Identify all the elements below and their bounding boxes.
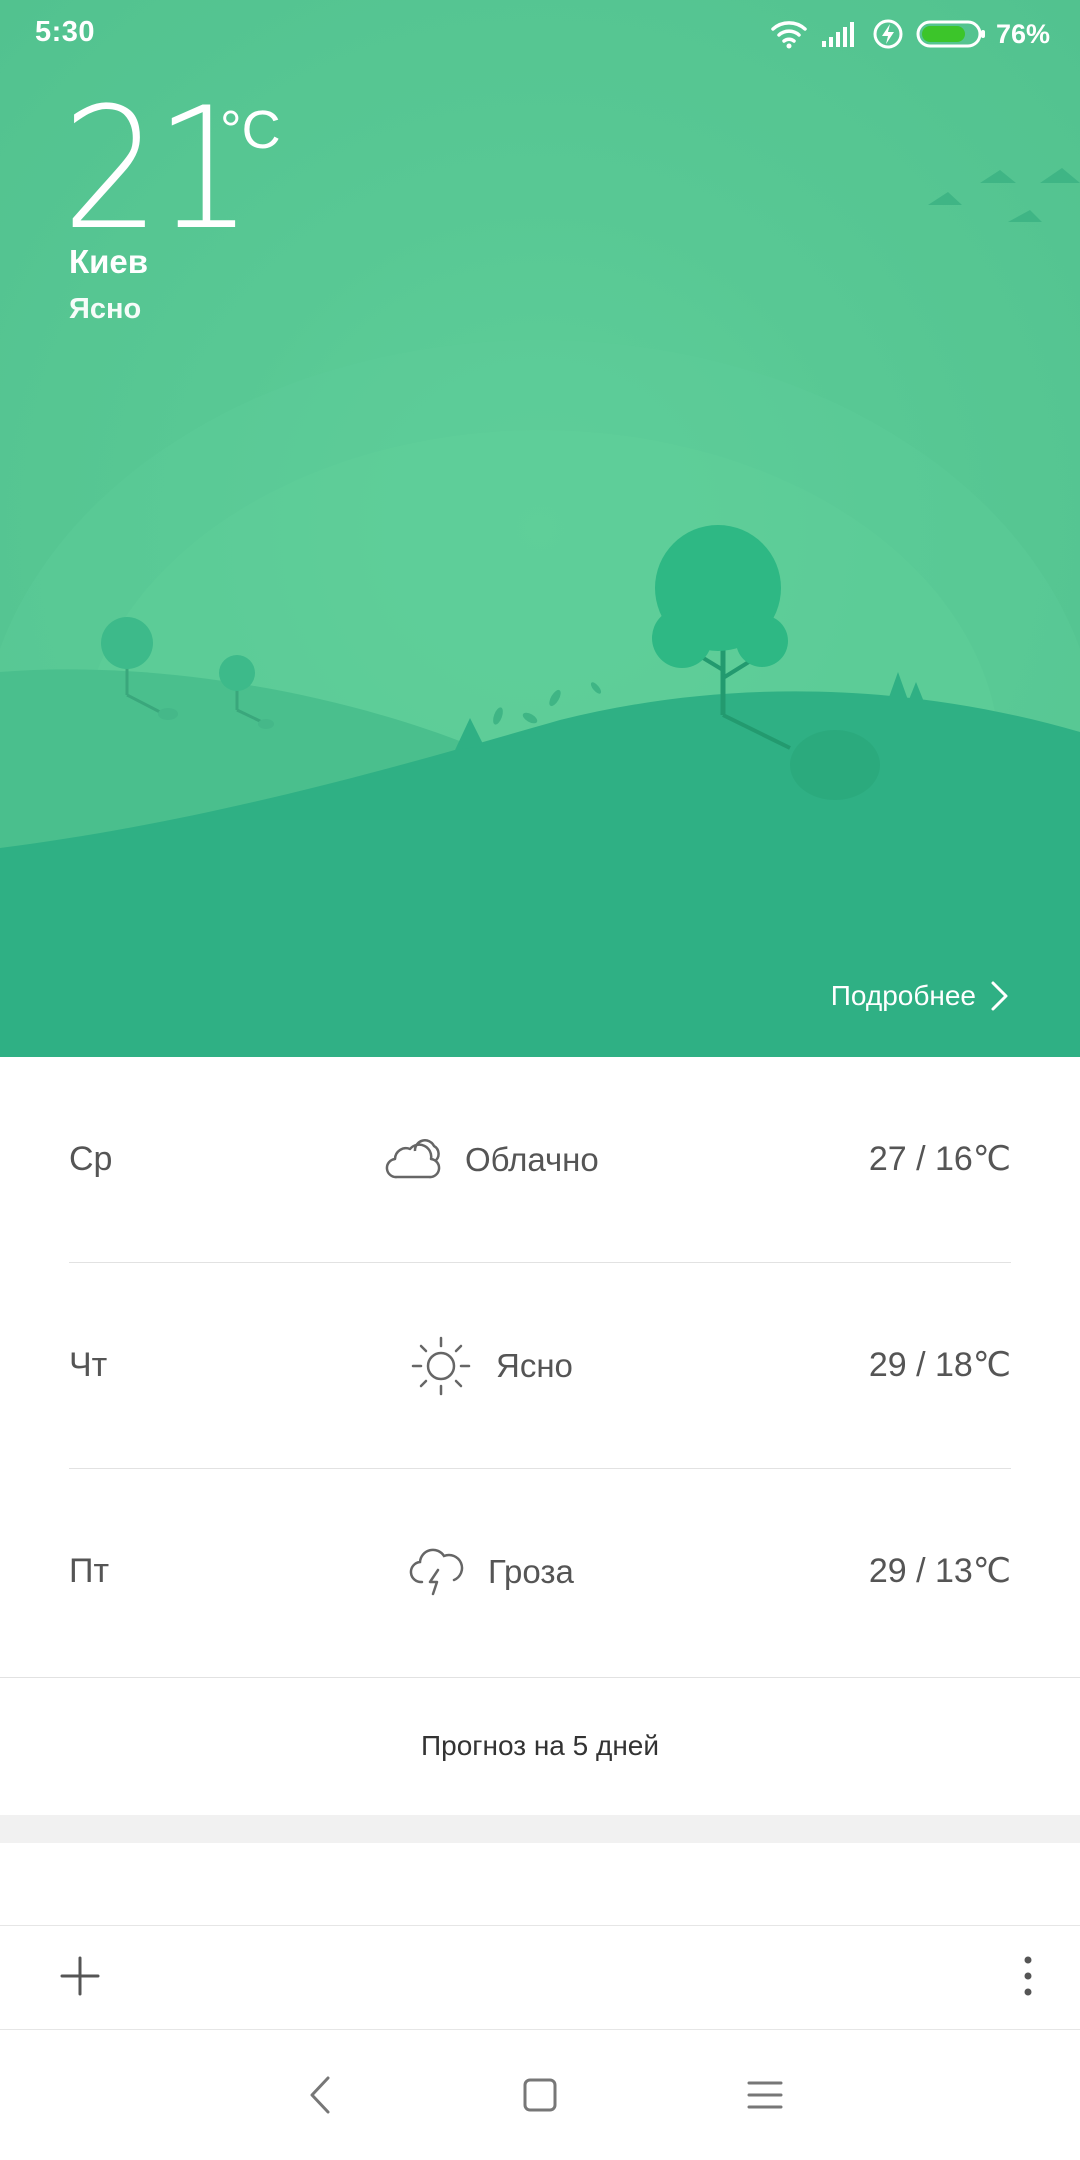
forecast-row[interactable]: Чт Ясно 29 / 18℃ <box>69 1263 1011 1468</box>
five-day-label: Прогноз на 5 дней <box>421 1730 659 1761</box>
forecast-row[interactable]: Ср Облачно 27 / 16℃ <box>69 1057 1011 1262</box>
status-time: 5:30 <box>35 16 96 48</box>
forecast-temps: 29 / 13℃ <box>868 1552 1011 1590</box>
city-name: Киев <box>69 243 149 280</box>
forecast-condition-label: Облачно <box>465 1140 599 1178</box>
recents-button[interactable] <box>740 2070 790 2120</box>
forecast-day: Ср <box>69 1140 113 1178</box>
current-condition: Ясно <box>69 293 142 325</box>
status-icons: 76% <box>770 14 1050 54</box>
charging-icon <box>873 19 903 49</box>
current-weather-hero: 5:30 76% 21 °C Киев Ясно Подробнее <box>0 0 1080 1057</box>
five-day-forecast-button[interactable]: Прогноз на 5 дней <box>0 1677 1080 1815</box>
forecast-row[interactable]: Пт Гроза 29 / 13℃ <box>69 1469 1011 1674</box>
forecast-condition: Облачно <box>385 1057 599 1262</box>
forecast-temps: 27 / 16℃ <box>868 1140 1011 1178</box>
forecast-condition: Ясно <box>410 1263 573 1468</box>
details-link[interactable]: Подробнее <box>831 980 1010 1012</box>
chevron-right-icon <box>991 981 1008 1011</box>
system-navigation-bar <box>0 2030 1080 2160</box>
current-temperature: 21 °C <box>62 85 281 253</box>
cloud-icon <box>385 1138 441 1178</box>
sun-icon <box>411 1336 471 1395</box>
battery-icon <box>916 20 985 48</box>
section-separator <box>0 1815 1080 1843</box>
forecast-day: Чт <box>69 1346 108 1384</box>
forecast-temps: 29 / 18℃ <box>868 1346 1011 1384</box>
home-button[interactable] <box>515 2070 565 2120</box>
forecast-day: Пт <box>69 1552 110 1590</box>
status-bar: 5:30 76% <box>0 0 1080 70</box>
forecast-condition-label: Ясно <box>496 1346 573 1384</box>
weather-app: 5:30 76% 21 °C Киев Ясно Подробнее Ср Об… <box>0 0 1080 2160</box>
thunderstorm-icon <box>409 1548 464 1595</box>
back-button[interactable] <box>296 2070 346 2120</box>
birds-decoration <box>928 168 1080 222</box>
temperature-unit: °C <box>220 100 281 160</box>
signal-icon <box>821 22 854 47</box>
wifi-icon <box>771 21 807 49</box>
bottom-toolbar <box>0 1925 1080 2030</box>
forecast-condition-label: Гроза <box>488 1552 574 1590</box>
more-options-button[interactable] <box>1006 1954 1050 1998</box>
details-label: Подробнее <box>830 980 976 1011</box>
add-city-button[interactable] <box>58 1954 102 1998</box>
forecast-condition: Гроза <box>408 1469 574 1674</box>
battery-percent: 76% <box>995 18 1050 49</box>
